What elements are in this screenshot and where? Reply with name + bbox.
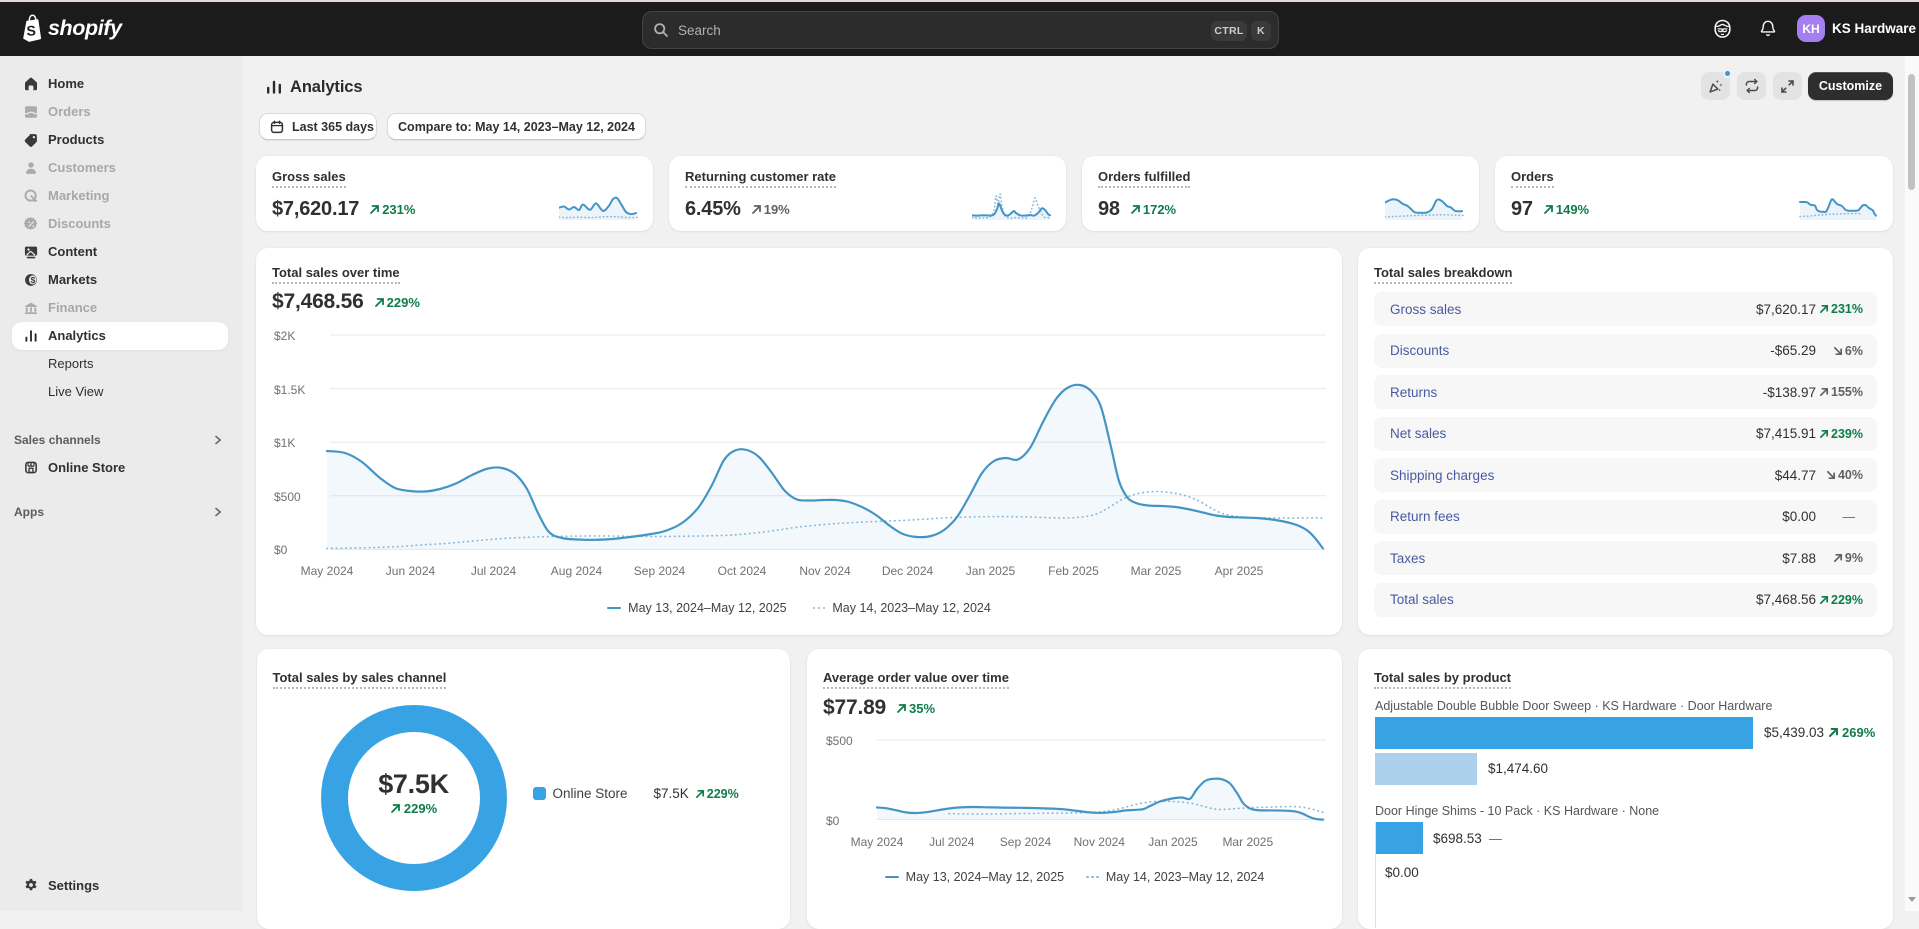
svg-text:S: S bbox=[26, 22, 36, 38]
svg-text:$: $ bbox=[31, 275, 36, 285]
